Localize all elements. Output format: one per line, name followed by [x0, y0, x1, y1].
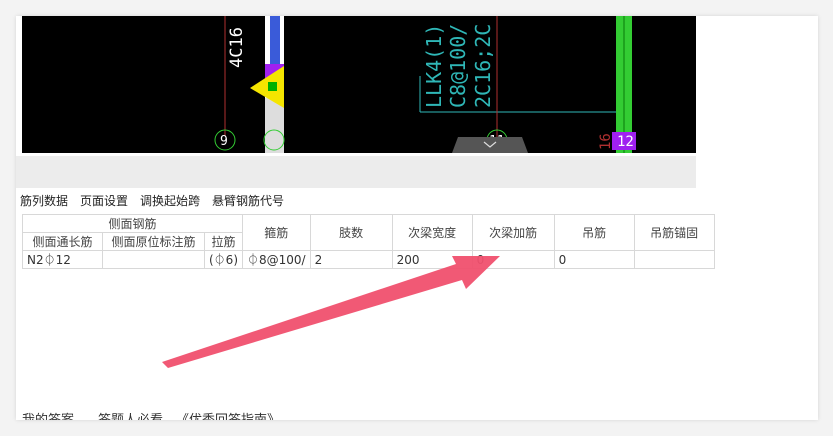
screenshot-card: 4C16 9 LLK4(1) C8@100/ 2C16;2C 11 12 16	[16, 16, 818, 420]
my-answer-link[interactable]: 我的答案	[22, 409, 74, 420]
annotation-arrow	[162, 256, 500, 368]
must-read-text: 答题人必看	[98, 409, 163, 420]
guide-link[interactable]: 《优秀回答指南》	[176, 409, 280, 420]
arrow-shape	[162, 256, 500, 368]
